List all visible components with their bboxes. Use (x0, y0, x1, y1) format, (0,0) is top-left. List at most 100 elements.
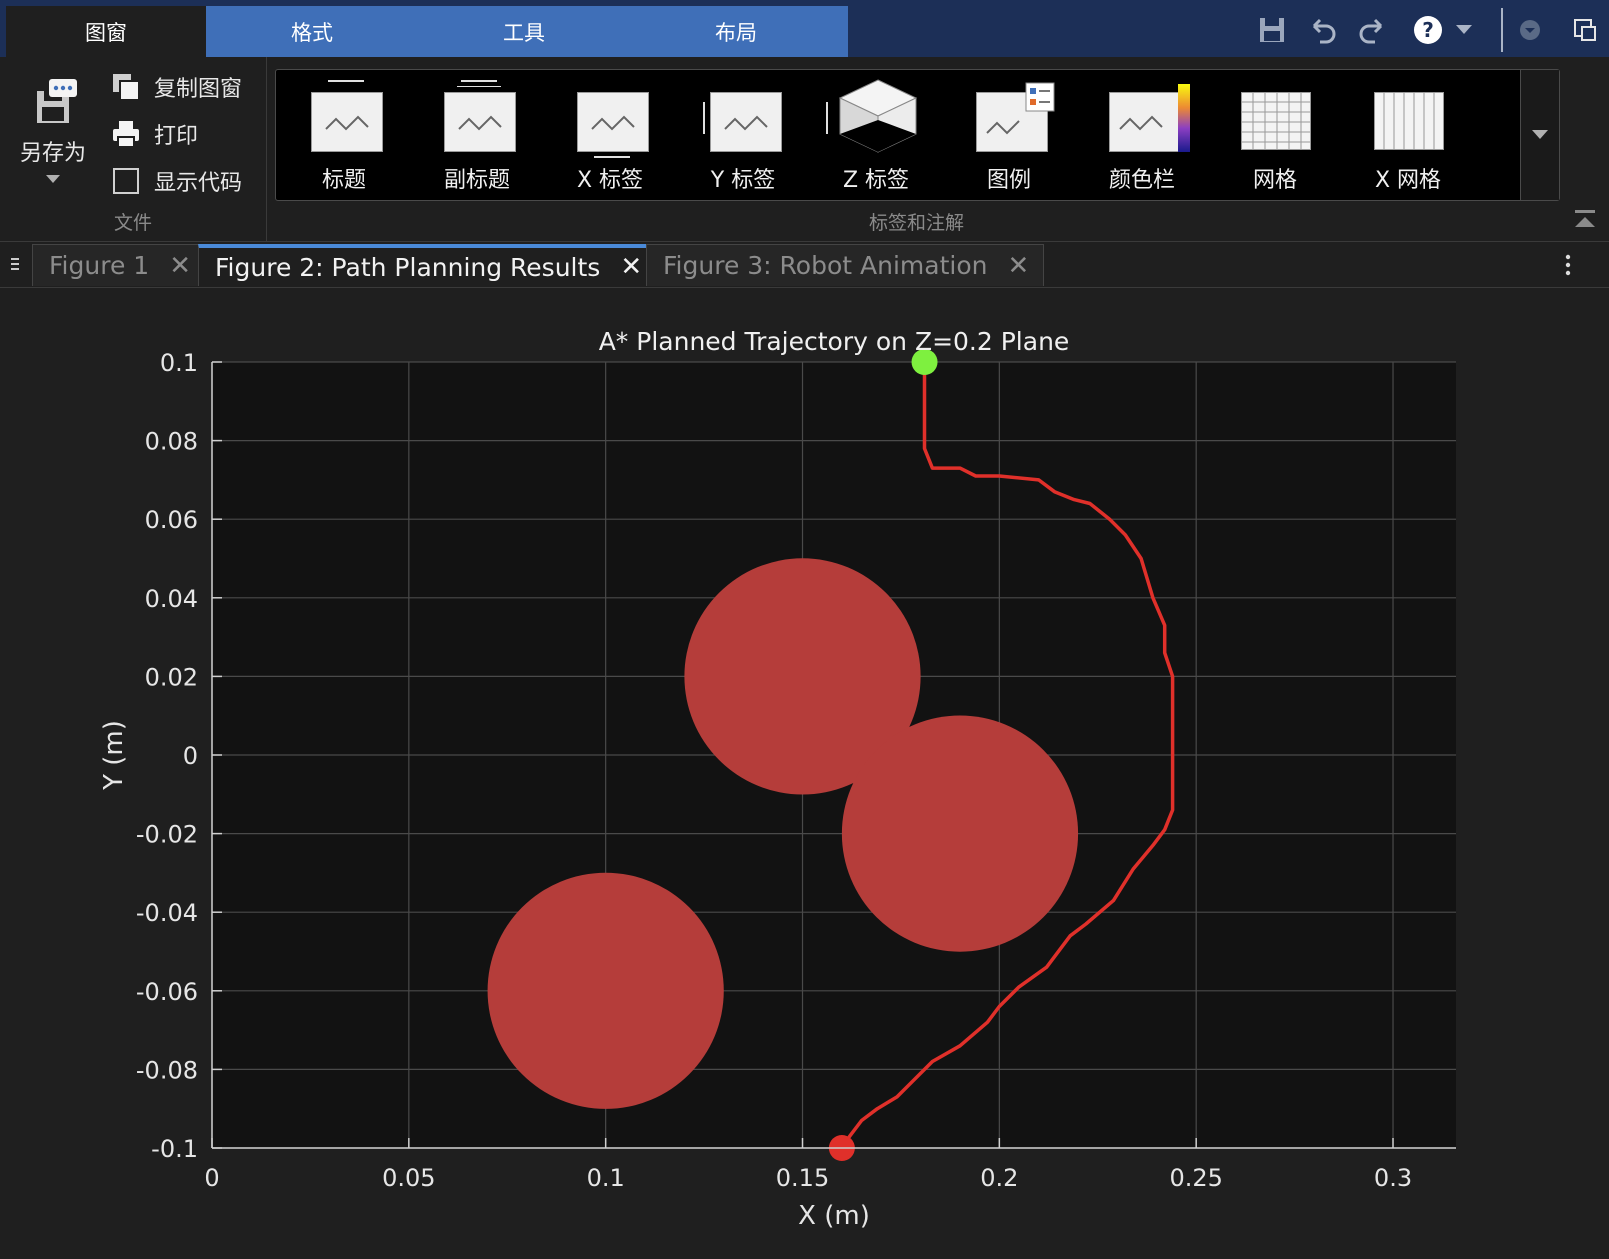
gallery-item-xgrid[interactable]: X 网格 (1340, 70, 1476, 200)
x-tick-label: 0.05 (382, 1164, 435, 1192)
plot-thumbnail-icon (311, 92, 383, 152)
window-icon[interactable] (1570, 10, 1600, 50)
x-tick-label: 0.25 (1169, 1164, 1222, 1192)
grid-icon (1241, 92, 1311, 150)
x-grid-icon (1374, 92, 1444, 150)
gallery-label: 网格 (1252, 168, 1297, 193)
close-icon[interactable]: ✕ (620, 252, 642, 282)
y-tick-label: -0.06 (136, 978, 198, 1006)
menu-icon[interactable] (6, 252, 24, 276)
tab-format[interactable]: 格式 (206, 6, 418, 57)
save-icon[interactable] (1252, 10, 1292, 50)
separator (1501, 8, 1503, 52)
collapse-ribbon-button[interactable] (1572, 207, 1602, 235)
help-icon[interactable]: ? (1410, 10, 1446, 50)
chevron-down-icon (46, 175, 60, 183)
x-tick-label: 0.3 (1374, 1164, 1412, 1192)
x-tick-label: 0.1 (587, 1164, 625, 1192)
y-tick-label: -0.1 (151, 1135, 198, 1163)
collapse-icon (1575, 210, 1595, 227)
tab-figure[interactable]: 图窗 (6, 6, 206, 57)
x-tick-labels: 0 0.05 0.1 0.15 0.2 0.25 0.3 (204, 1164, 1412, 1192)
obstacle-circle (841, 715, 1079, 952)
y-tick-label: 0.06 (145, 506, 198, 534)
gallery-label: 标题 (321, 168, 366, 193)
gallery-label: 颜色栏 (1108, 168, 1175, 193)
save-as-icon (37, 79, 77, 123)
undo-icon[interactable] (1303, 10, 1343, 50)
save-as-label: 另存为 (19, 141, 86, 166)
y-tick-label: -0.02 (136, 821, 198, 849)
figure-tab-3[interactable]: Figure 3: Robot Animation ✕ (646, 244, 1045, 286)
gallery-item-title[interactable]: 标题 (276, 70, 412, 200)
y-tick-label: 0.04 (145, 585, 198, 613)
file-section-title: 文件 (113, 212, 152, 234)
redo-icon[interactable] (1352, 10, 1392, 50)
y-tick-label: -0.04 (136, 899, 198, 927)
ribbon-tabs: 图窗 格式 工具 布局 (6, 6, 848, 57)
toolstrip-tab-bar: 图窗 格式 工具 布局 ? (0, 0, 1609, 57)
checkbox-icon (110, 165, 142, 197)
copy-icon (110, 71, 142, 103)
path-plot[interactable]: 0 0.05 0.1 0.15 0.2 0.25 0.3 -0.1-0.08-0.06-0.… (0, 288, 1609, 1255)
gallery-label: X 网格 (1374, 168, 1442, 193)
gallery-label: 图例 (986, 168, 1031, 193)
legend-icon (1025, 82, 1055, 112)
colorbar-icon (1178, 84, 1190, 152)
gallery-item-subtitle[interactable]: 副标题 (409, 70, 545, 200)
plot-thumbnail-icon (577, 92, 649, 152)
plot-thumbnail-icon (444, 92, 516, 152)
y-tick-label: 0.1 (160, 349, 198, 377)
show-code-checkbox[interactable]: 显示代码 (110, 161, 242, 201)
figure-tab-bar: Figure 1 ✕ Figure 2: Path Planning Resul… (0, 242, 1609, 288)
annotation-section-title: 标签和注解 (868, 212, 964, 234)
tab-layout[interactable]: 布局 (630, 6, 842, 57)
obstacle-circle (487, 872, 724, 1109)
plot-thumbnail-icon (710, 92, 782, 152)
gallery-item-legend[interactable]: 图例 (941, 70, 1077, 200)
svg-text:?: ? (1422, 18, 1434, 42)
plot-thumbnail-icon (1109, 92, 1181, 152)
help-dropdown-icon[interactable] (1451, 10, 1477, 50)
tab-tools[interactable]: 工具 (418, 6, 630, 57)
gallery-expand-button[interactable] (1520, 70, 1559, 200)
gallery-label: Y 标签 (710, 168, 776, 193)
figure-tab-label: Figure 2: Path Planning Results (215, 252, 601, 282)
y-tick-label: 0 (183, 742, 198, 770)
figure-canvas: 0 0.05 0.1 0.15 0.2 0.25 0.3 -0.1 -0.08 -0.06 -0.… (0, 288, 1609, 1255)
x-tick-label: 0.15 (776, 1164, 829, 1192)
gallery-item-xlabel[interactable]: X 标签 (542, 70, 678, 200)
more-options-icon[interactable] (1558, 250, 1578, 280)
dropdown-icon[interactable] (1515, 10, 1545, 50)
gallery-item-grid[interactable]: 网格 (1207, 70, 1343, 200)
labels-gallery: 标题 副标题 X 标签 Y 标签 Z 标签 图例 颜色栏 网格 X 网格 (275, 69, 1560, 201)
chart-title: A* Planned Trajectory on Z=0.2 Plane (599, 327, 1070, 356)
gallery-item-ylabel[interactable]: Y 标签 (675, 70, 811, 200)
copy-figure-button[interactable]: 复制图窗 (110, 67, 242, 107)
y-tick-labels: -0.1 -0.08 -0.06 -0.04 -0.02 0 0.02 0.04 0.06 0.0… (136, 349, 198, 1163)
y-axis-label: Y (m) (99, 720, 129, 791)
close-icon[interactable]: ✕ (1007, 251, 1029, 281)
show-code-label: 显示代码 (154, 171, 243, 196)
gallery-label: X 标签 (576, 168, 644, 193)
y-tick-label: -0.08 (136, 1056, 198, 1084)
print-button[interactable]: 打印 (110, 114, 198, 154)
copy-figure-label: 复制图窗 (154, 77, 243, 102)
figure-tab-label: Figure 3: Robot Animation (663, 251, 988, 280)
file-section: 另存为 复制图窗 打印 显示代码 文件 (0, 57, 267, 241)
figure-tab-1[interactable]: Figure 1 ✕ (32, 244, 206, 286)
printer-icon (110, 118, 142, 150)
y-tick-label: 0.02 (145, 663, 198, 691)
cube-icon (838, 79, 918, 153)
close-icon[interactable]: ✕ (169, 251, 191, 281)
gallery-label: Z 标签 (842, 168, 910, 193)
x-tick-label: 0.2 (980, 1164, 1018, 1192)
chevron-down-icon (1532, 130, 1548, 139)
y-tick-label: 0.08 (145, 428, 198, 456)
save-as-button[interactable]: 另存为 (10, 75, 96, 187)
gallery-label: 副标题 (443, 168, 510, 193)
figure-tab-2[interactable]: Figure 2: Path Planning Results ✕ (198, 244, 658, 286)
print-label: 打印 (154, 124, 199, 149)
gallery-item-zlabel[interactable]: Z 标签 (808, 70, 944, 200)
gallery-item-colorbar[interactable]: 颜色栏 (1074, 70, 1210, 200)
